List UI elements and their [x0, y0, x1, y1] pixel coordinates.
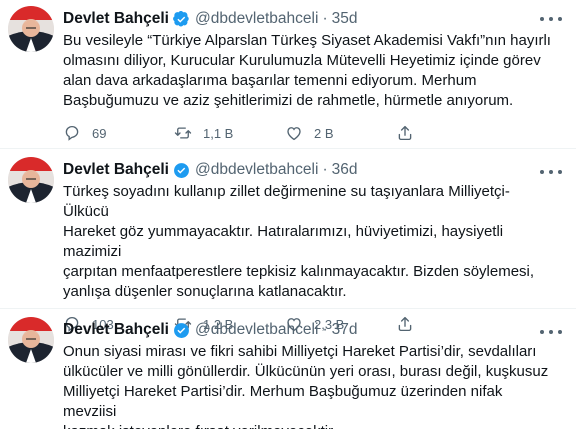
tweet-text: Türkeş soyadını kullanıp zillet değirmen… — [63, 183, 535, 300]
avatar[interactable] — [8, 6, 54, 52]
author-name[interactable]: Devlet Bahçeli — [63, 161, 169, 179]
tweet-text: Bu vesileyle “Türkiye Alparslan Türkeş S… — [63, 32, 551, 109]
reply-count: 69 — [92, 125, 107, 141]
more-options-icon[interactable] — [540, 323, 562, 341]
verified-badge-icon — [173, 162, 190, 179]
tweet-timestamp[interactable]: 37d — [332, 321, 358, 339]
avatar[interactable] — [8, 317, 54, 363]
tweet-text: Onun siyasi mirası ve fikri sahibi Milli… — [63, 343, 549, 429]
author-handle[interactable]: @dbdevletbahceli — [195, 321, 318, 339]
tweet[interactable]: Devlet Bahçeli @dbdevletbahceli · 37d On… — [0, 309, 576, 429]
more-options-icon[interactable] — [540, 163, 562, 181]
tweet[interactable]: Devlet Bahçeli @dbdevletbahceli · 35d Bu… — [0, 0, 576, 149]
verified-badge-icon — [173, 322, 190, 339]
like-count: 2 B — [314, 125, 334, 141]
author-handle[interactable]: @dbdevletbahceli — [195, 161, 318, 179]
tweet-actions: 69 1,1 B 2 B — [63, 123, 560, 143]
heart-icon — [287, 127, 301, 141]
author-name[interactable]: Devlet Bahçeli — [63, 10, 169, 28]
share-icon — [398, 125, 412, 141]
profile-photo-icon — [8, 317, 54, 363]
separator-dot: · — [322, 321, 328, 338]
avatar[interactable] — [8, 157, 54, 203]
retweet-icon — [174, 127, 192, 139]
tweet[interactable]: Devlet Bahçeli @dbdevletbahceli · 36d Tü… — [0, 149, 576, 332]
tweet-feed: Devlet Bahçeli @dbdevletbahceli · 35d Bu… — [0, 0, 576, 429]
profile-photo-icon — [8, 6, 54, 52]
profile-photo-icon — [8, 157, 54, 203]
like-button[interactable]: 2 B — [285, 124, 396, 142]
more-options-icon[interactable] — [540, 10, 562, 28]
share-button[interactable] — [396, 124, 425, 142]
separator-dot: · — [322, 161, 328, 178]
retweet-count: 1,1 B — [203, 125, 234, 141]
retweet-button[interactable]: 1,1 B — [174, 124, 285, 142]
reply-button[interactable]: 69 — [63, 124, 174, 142]
reply-icon — [65, 125, 79, 141]
author-handle[interactable]: @dbdevletbahceli — [195, 10, 318, 28]
tweet-timestamp[interactable]: 35d — [332, 10, 358, 28]
verified-badge-icon — [173, 10, 190, 28]
tweet-timestamp[interactable]: 36d — [332, 161, 358, 179]
separator-dot: · — [322, 10, 328, 27]
author-name[interactable]: Devlet Bahçeli — [63, 321, 169, 339]
